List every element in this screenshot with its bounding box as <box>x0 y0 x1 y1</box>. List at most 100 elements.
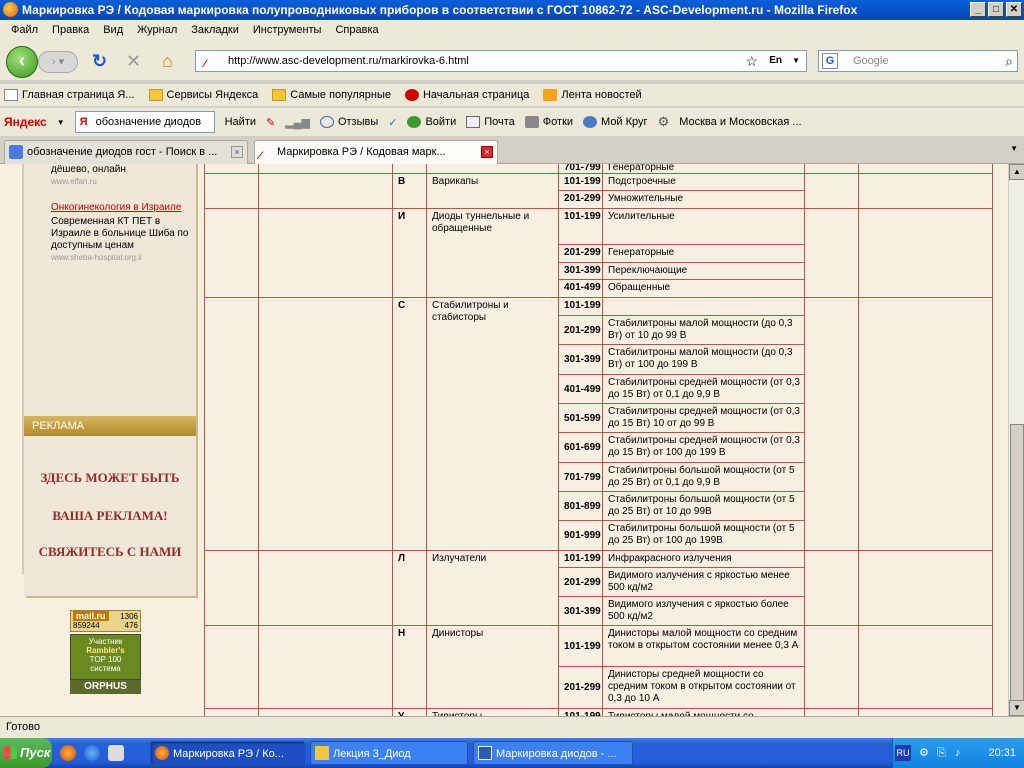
taskbar-item-firefox[interactable]: Маркировка РЭ / Ко... <box>150 741 305 765</box>
desktop-quicklaunch-icon[interactable] <box>108 745 124 761</box>
bookmark-item[interactable]: Главная страница Я... <box>4 89 135 101</box>
windows-taskbar: Пуск Маркировка РЭ / Ко... Лекция 3_Диод… <box>0 738 1024 768</box>
close-icon[interactable]: × <box>481 146 493 158</box>
cell-device-type: Излучатели <box>432 553 487 564</box>
menu-bookmarks[interactable]: Закладки <box>184 24 246 36</box>
search-icon[interactable]: ⌕ <box>1005 51 1013 71</box>
camera-icon <box>524 116 539 128</box>
taskbar-item-word[interactable]: Маркировка диодов - ... <box>473 741 633 765</box>
ad-banner[interactable]: РЕКЛАМА ЗДЕСЬ МОЖЕТ БЫТЬ ВАША РЕКЛАМА! С… <box>24 416 196 596</box>
cell-description: Динисторы средней мощности со средним то… <box>608 669 796 704</box>
table-row: 201-299 Стабилитроны малой мощности (до 0… <box>204 316 992 345</box>
table-row: И Диоды туннельные и обращенные 101-199 Уси… <box>204 209 992 245</box>
scroll-down-icon[interactable]: ▼ <box>1009 700 1024 716</box>
orphus-badge[interactable]: ORPHUS <box>70 680 141 694</box>
mycircle-button[interactable]: Мой Круг <box>583 116 648 128</box>
cell-number-range: 701-799 <box>564 471 601 483</box>
tab-search[interactable]: обозначение диодов гост - Поиск в ... × <box>4 140 248 164</box>
bookmark-item[interactable]: Сервисы Яндекса <box>148 89 258 101</box>
mailru-counter[interactable]: mail.ru 1306 859244 476 <box>70 610 141 632</box>
stop-icon[interactable]: ✕ <box>126 52 141 70</box>
menu-tools[interactable]: Инструменты <box>246 24 329 36</box>
login-button[interactable]: Войти <box>407 116 456 128</box>
menu-history[interactable]: Журнал <box>130 24 184 36</box>
scroll-up-icon[interactable]: ▲ <box>1009 164 1024 180</box>
menu-help[interactable]: Справка <box>328 24 385 36</box>
ad-line: ВАША РЕКЛАМА! <box>52 508 168 523</box>
folder-icon <box>272 89 287 101</box>
cell-number-range: 101-199 <box>564 300 601 311</box>
bookmark-item[interactable]: Самые популярные <box>272 89 391 101</box>
scroll-thumb[interactable] <box>1010 424 1024 724</box>
forward-button[interactable]: › ▾ <box>38 51 78 73</box>
gear-icon[interactable]: ⚙ <box>658 114 670 130</box>
reload-icon[interactable]: ↻ <box>92 52 107 70</box>
chevron-down-icon[interactable]: ▼ <box>57 118 65 127</box>
google-icon[interactable]: G <box>822 53 838 69</box>
firefox-quicklaunch-icon[interactable] <box>60 745 76 761</box>
close-icon[interactable]: × <box>231 146 243 158</box>
table-row: 701-799 Генераторные <box>204 164 992 174</box>
site-favicon-icon: ⁄ <box>204 58 206 70</box>
address-dropdown-icon[interactable]: ▼ <box>792 51 800 71</box>
bookmark-item[interactable]: Лента новостей <box>543 89 642 101</box>
address-bar[interactable]: ⁄ http://www.asc-development.ru/markirov… <box>195 50 807 72</box>
window-title: Маркировка РЭ / Кодовая маркировка полуп… <box>22 3 858 17</box>
tray-icon[interactable]: ⚙ <box>919 738 929 768</box>
ad-line: ЗДЕСЬ МОЖЕТ БЫТЬ <box>40 470 180 485</box>
spellcheck-icon[interactable]: ✓ <box>388 116 397 129</box>
cell-code: Л <box>398 553 406 564</box>
address-lang[interactable]: En <box>769 51 782 71</box>
cell-number-range: 301-399 <box>564 354 601 365</box>
network-icon[interactable]: ⎘ <box>937 738 946 768</box>
table-column-line <box>804 164 805 716</box>
reviews-button[interactable]: Отзывы <box>319 116 378 128</box>
taskbar-item-folder[interactable]: Лекция 3_Диод <box>310 741 468 765</box>
search-input[interactable]: G Google ⌕ <box>818 50 1018 72</box>
menu-edit[interactable]: Правка <box>45 24 96 36</box>
yandex-search-input[interactable]: обозначение диодов <box>74 111 215 133</box>
cell-description: Стабилитроны малой мощности (до 0,3 Вт) … <box>608 347 793 370</box>
yandex-toolbar: Яндекс ▼ обозначение диодов Найти ✎ ▂▄▆ … <box>0 108 1024 136</box>
ad-link[interactable]: Онкогинекология в Израиле <box>51 202 181 213</box>
table-row: Л Излучатели 101-199 Инфракрасного излучени… <box>204 551 992 568</box>
photos-button[interactable]: Фотки <box>524 116 573 128</box>
home-icon[interactable]: ⌂ <box>162 52 173 70</box>
yandex-icon <box>404 89 419 101</box>
cell-description: Инфракрасного излучения <box>608 553 732 564</box>
menu-view[interactable]: Вид <box>96 24 130 36</box>
volume-icon[interactable]: ♪ <box>955 738 961 768</box>
cell-number-range: 201-299 <box>564 576 601 588</box>
cell-code: И <box>398 211 406 222</box>
table-row: 801-899 Стабилитроны большой мощности (от… <box>204 492 992 521</box>
key-icon <box>407 116 422 128</box>
table-row: 401-499 Стабилитроны средней мощности (от… <box>204 375 992 404</box>
table-row: 201-299 Динисторы средней мощности со сре… <box>204 667 992 709</box>
bookmark-item[interactable]: Начальная страница <box>404 89 529 101</box>
tab-list-icon[interactable]: ▼ <box>1010 144 1018 153</box>
region-label[interactable]: Москва и Московская ... <box>679 116 801 128</box>
language-indicator[interactable]: RU <box>895 745 911 761</box>
yandex-logo[interactable]: Яндекс <box>4 115 47 129</box>
address-url: http://www.asc-development.ru/markirovka… <box>228 55 469 67</box>
ie-quicklaunch-icon[interactable] <box>84 745 100 761</box>
pencil-icon[interactable]: ✎ <box>266 116 275 129</box>
cell-description: Стабилитроны средней мощности (от 0,3 до… <box>608 406 800 429</box>
table-row: Н Динисторы 101-199 Динисторы малой мощност… <box>204 626 992 667</box>
rambler-counter[interactable]: Участник Rambler's TOP 100 система <box>70 634 141 680</box>
bookmark-star-icon[interactable]: ☆ <box>745 51 758 71</box>
tab-markirovka[interactable]: ⁄ Маркировка РЭ / Кодовая марк... × <box>254 140 498 165</box>
menu-file[interactable]: Файл <box>4 24 45 36</box>
table-row: 301-399 Видимого излучения с яркостью бол… <box>204 597 992 626</box>
maximize-button[interactable]: □ <box>988 2 1004 17</box>
back-button[interactable]: ‹ <box>6 46 38 78</box>
page-icon <box>4 89 18 101</box>
mail-button[interactable]: Почта <box>466 116 515 128</box>
close-button[interactable]: ✕ <box>1006 2 1022 17</box>
cell-number-range: 101-199 <box>564 176 601 187</box>
start-button[interactable]: Пуск <box>0 738 52 768</box>
yandex-find-button[interactable]: Найти <box>225 116 256 128</box>
table-row: 701-799 Стабилитроны большой мощности (от… <box>204 463 992 492</box>
vertical-scrollbar[interactable]: ▲ ▼ <box>1008 164 1024 724</box>
minimize-button[interactable]: _ <box>970 2 986 17</box>
